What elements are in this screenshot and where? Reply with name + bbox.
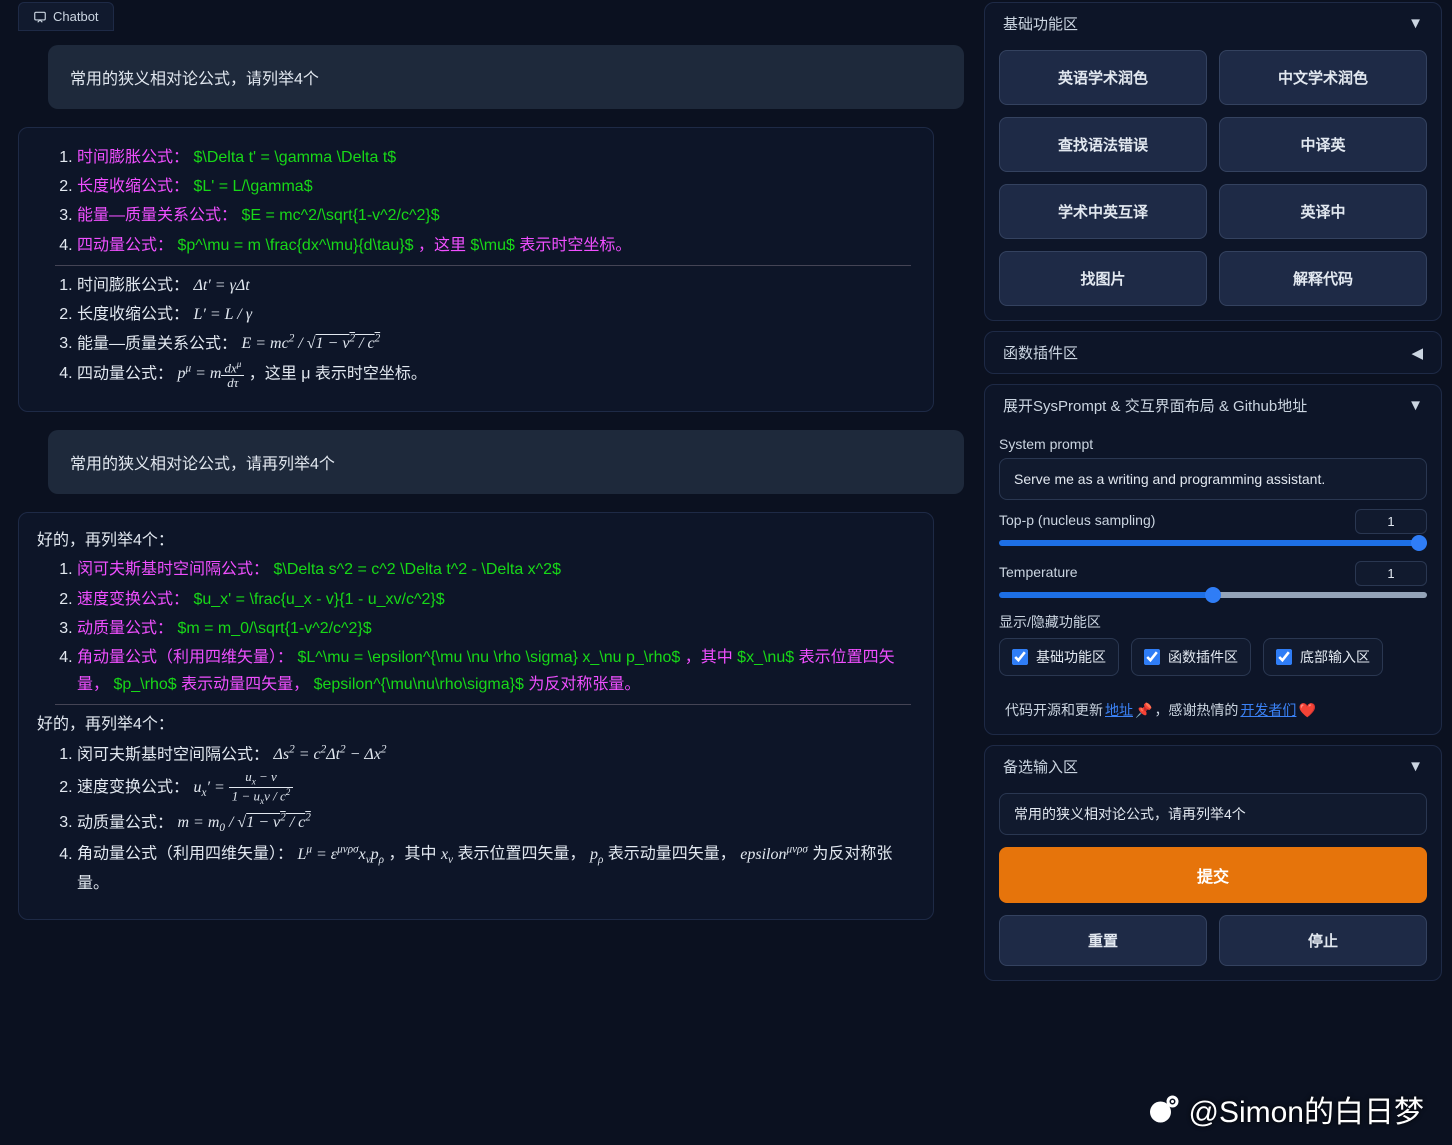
- chevron-left-icon: ◀: [1411, 344, 1423, 362]
- bot2-rendered-item: 闵可夫斯基时空间隔公式： Δs2 = c2Δt2 − Δx2: [77, 741, 911, 769]
- alt-input-field[interactable]: [999, 793, 1427, 835]
- expand-sysprompt-section: 展开SysPrompt & 交互界面布局 & Github地址 ▼ System…: [984, 384, 1442, 735]
- fn-explain-code[interactable]: 解释代码: [1219, 251, 1427, 306]
- watermark: @Simon的白日梦: [1147, 1087, 1425, 1131]
- system-prompt-input[interactable]: [999, 458, 1427, 500]
- fn-academic-bi[interactable]: 学术中英互译: [999, 184, 1207, 239]
- bot2-intro: 好的，再列举4个：: [37, 527, 911, 554]
- pushpin-icon: 📌: [1135, 702, 1152, 719]
- expand-sysprompt-header[interactable]: 展开SysPrompt & 交互界面布局 & Github地址 ▼: [985, 385, 1441, 426]
- toggle-bottom-checkbox[interactable]: [1276, 649, 1292, 665]
- bot1-rendered-item: 能量—质量关系公式： E = mc2 / √1 − v2 / c2: [77, 330, 911, 358]
- system-prompt-label: System prompt: [999, 436, 1427, 452]
- toggle-plugin-area[interactable]: 函数插件区: [1131, 638, 1251, 676]
- toggle-basic-checkbox[interactable]: [1012, 649, 1028, 665]
- bot1-raw-item: 能量—质量关系公式： $E = mc^2/\sqrt{1-v^2/c^2}$: [77, 202, 911, 229]
- stop-button[interactable]: 停止: [1219, 915, 1427, 966]
- temperature-value[interactable]: 1: [1355, 561, 1427, 586]
- topp-value[interactable]: 1: [1355, 509, 1427, 534]
- bot2-raw-item: 闵可夫斯基时空间隔公式： $\Delta s^2 = c^2 \Delta t^…: [77, 556, 911, 583]
- toggle-group-label: 显示/隐藏功能区: [999, 612, 1427, 632]
- bot1-raw-item: 四动量公式： $p^\mu = m \frac{dx^\mu}{d\tau}$ …: [77, 232, 911, 259]
- weibo-icon: [1147, 1091, 1183, 1127]
- fn-find-image[interactable]: 找图片: [999, 251, 1207, 306]
- tab-label: Chatbot: [53, 9, 99, 24]
- bot2-rendered-item: 速度变换公式： ux′ = ux − v1 − uxv / c2: [77, 770, 911, 807]
- fn-en-to-zh[interactable]: 英译中: [1219, 184, 1427, 239]
- chevron-down-icon: ▼: [1408, 15, 1423, 32]
- bot2-rendered-item: 角动量公式（利用四维矢量）： Lμ = εμνρσxνpρ ，其中 xν 表示位…: [77, 840, 911, 897]
- basic-functions-header[interactable]: 基础功能区 ▼: [985, 3, 1441, 44]
- basic-functions-section: 基础功能区 ▼ 英语学术润色 中文学术润色 查找语法错误 中译英 学术中英互译 …: [984, 2, 1442, 321]
- fn-zh-to-en[interactable]: 中译英: [1219, 117, 1427, 172]
- toggle-basic-area[interactable]: 基础功能区: [999, 638, 1119, 676]
- function-plugin-header[interactable]: 函数插件区 ◀: [985, 332, 1441, 373]
- chevron-down-icon: ▼: [1408, 397, 1423, 414]
- temperature-slider[interactable]: [999, 592, 1427, 598]
- chatbot-tab[interactable]: Chatbot: [18, 2, 114, 31]
- toggle-plugin-checkbox[interactable]: [1144, 649, 1160, 665]
- footer-note: 代码开源和更新 地址 📌 ，感谢热情的 开发者们 ❤️: [999, 694, 1427, 720]
- fn-find-grammar[interactable]: 查找语法错误: [999, 117, 1207, 172]
- github-link[interactable]: 地址: [1105, 700, 1133, 720]
- topp-label: Top-p (nucleus sampling): [999, 512, 1155, 528]
- bot1-rendered-item: 长度收缩公式： L′ = L / γ: [77, 301, 911, 328]
- fn-english-polish[interactable]: 英语学术润色: [999, 50, 1207, 105]
- function-plugin-section: 函数插件区 ◀: [984, 331, 1442, 374]
- fn-chinese-polish[interactable]: 中文学术润色: [1219, 50, 1427, 105]
- bot-message-2: 好的，再列举4个： 闵可夫斯基时空间隔公式： $\Delta s^2 = c^2…: [18, 512, 934, 920]
- bot2-raw-item: 速度变换公式： $u_x' = \frac{u_x - v}{1 - u_xv/…: [77, 586, 911, 613]
- bot1-raw-item: 时间膨胀公式： $\Delta t' = \gamma \Delta t$: [77, 144, 911, 171]
- developers-link[interactable]: 开发者们: [1240, 700, 1296, 720]
- bot1-raw-item: 长度收缩公式： $L' = L/\gamma$: [77, 173, 911, 200]
- alt-input-header[interactable]: 备选输入区 ▼: [985, 746, 1441, 787]
- bot1-rendered-item: 四动量公式： pμ = mdxμdτ ，这里 μ 表示时空坐标。: [77, 360, 911, 390]
- bot2-raw-item: 角动量公式（利用四维矢量）： $L^\mu = \epsilon^{\mu \n…: [77, 644, 911, 698]
- heart-icon: ❤️: [1298, 702, 1315, 719]
- bot2-rendered-item: 动质量公式： m = m0 / √1 − v2 / c2: [77, 809, 911, 839]
- bot2-raw-item: 动质量公式： $m = m_0/\sqrt{1-v^2/c^2}$: [77, 615, 911, 642]
- bot-message-1: 时间膨胀公式： $\Delta t' = \gamma \Delta t$ 长度…: [18, 127, 934, 412]
- temperature-label: Temperature: [999, 564, 1078, 580]
- topp-slider[interactable]: [999, 540, 1427, 546]
- chat-icon: [33, 10, 47, 24]
- alt-input-section: 备选输入区 ▼ 提交 重置 停止: [984, 745, 1442, 981]
- submit-button[interactable]: 提交: [999, 847, 1427, 903]
- toggle-bottom-input[interactable]: 底部输入区: [1263, 638, 1383, 676]
- user-message-2: 常用的狭义相对论公式，请再列举4个: [48, 430, 964, 494]
- bot1-rendered-item: 时间膨胀公式： Δt′ = γΔt: [77, 272, 911, 299]
- user-message-1: 常用的狭义相对论公式，请列举4个: [48, 45, 964, 109]
- reset-button[interactable]: 重置: [999, 915, 1207, 966]
- chevron-down-icon: ▼: [1408, 758, 1423, 775]
- bot2-rendered-intro: 好的，再列举4个：: [37, 711, 911, 738]
